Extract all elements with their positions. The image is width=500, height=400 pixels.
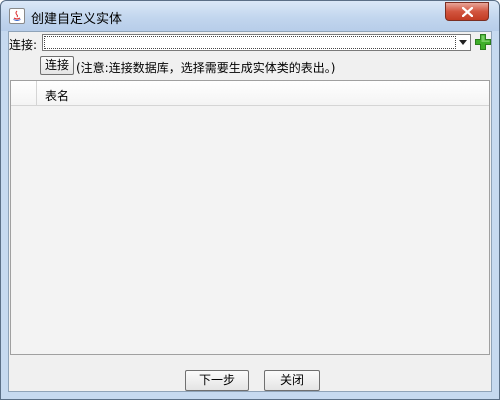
dialog-window: 创建自定义实体 连接: 连接 (注意:连接数据库，选择需要生成实体类的表出。)	[0, 0, 500, 400]
java-icon	[9, 8, 25, 24]
add-connection-button[interactable]	[474, 33, 492, 51]
close-button[interactable]: 关闭	[264, 370, 320, 391]
connection-hint: (注意:连接数据库，选择需要生成实体类的表出。)	[76, 61, 336, 75]
table-header-select-column[interactable]	[11, 81, 37, 105]
next-button[interactable]: 下一步	[185, 370, 249, 391]
table-header-name[interactable]: 表名	[45, 87, 69, 104]
plus-icon	[475, 34, 491, 50]
connection-select-value	[44, 36, 456, 49]
table-list[interactable]: 表名	[10, 80, 490, 355]
table-header: 表名	[11, 81, 489, 106]
connection-label: 连接:	[9, 38, 38, 52]
window-title: 创建自定义实体	[31, 12, 123, 27]
connection-select[interactable]	[42, 34, 471, 51]
window-close-button[interactable]	[445, 2, 489, 21]
close-icon	[462, 7, 473, 17]
dialog-content: 连接: 连接 (注意:连接数据库，选择需要生成实体类的表出。) 表名 下一步 关…	[8, 31, 492, 392]
chevron-down-icon[interactable]	[456, 35, 470, 50]
connect-button[interactable]: 连接	[40, 56, 74, 75]
title-bar[interactable]: 创建自定义实体	[1, 1, 499, 31]
